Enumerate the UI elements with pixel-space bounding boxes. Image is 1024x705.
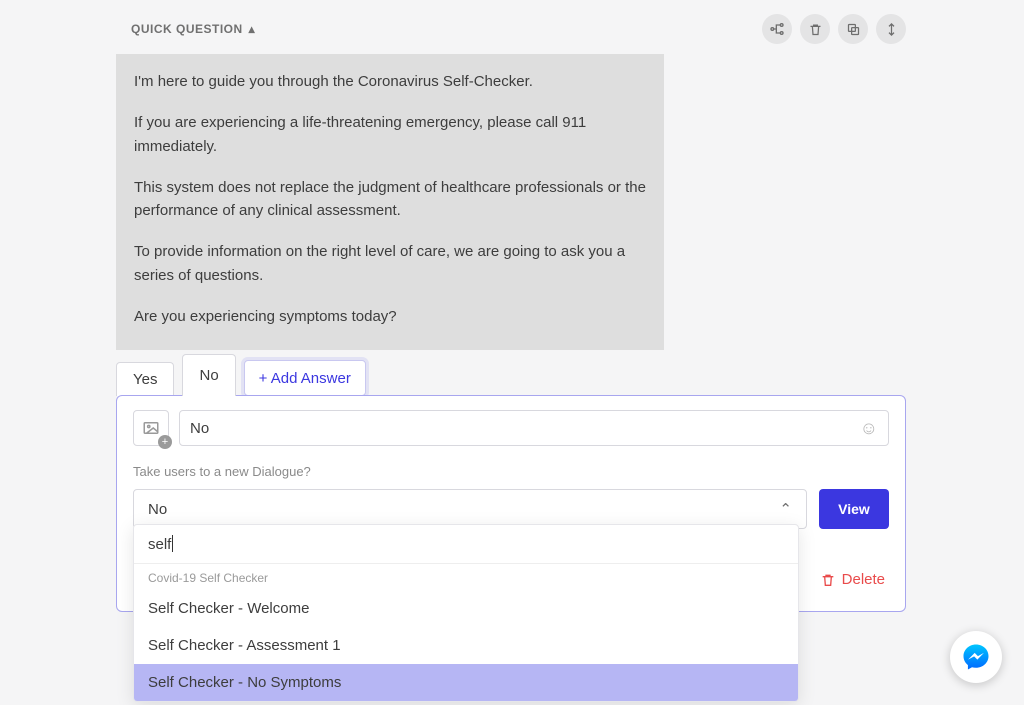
dropdown-option-label: Self Checker - No Symptoms xyxy=(148,674,341,691)
section-title-label: QUICK QUESTION xyxy=(131,22,243,36)
add-answer-label: + Add Answer xyxy=(259,370,351,387)
copy-icon[interactable] xyxy=(838,14,868,44)
dialogue-label: Take users to a new Dialogue? xyxy=(133,464,889,479)
move-icon[interactable] xyxy=(876,14,906,44)
tab-yes[interactable]: Yes xyxy=(116,362,174,396)
view-button[interactable]: View xyxy=(819,489,889,529)
message-paragraph: Are you experiencing symptoms today? xyxy=(134,305,646,328)
dropdown-option[interactable]: Self Checker - Assessment 1 xyxy=(134,627,798,664)
answer-text-input[interactable]: No ☺ xyxy=(179,410,889,446)
message-paragraph: If you are experiencing a life-threateni… xyxy=(134,111,646,158)
dropdown-option-label: Self Checker - Welcome xyxy=(148,600,309,617)
flow-icon[interactable] xyxy=(762,14,792,44)
text-caret xyxy=(172,535,173,552)
tab-no[interactable]: No xyxy=(182,354,235,396)
plus-icon: + xyxy=(158,435,172,449)
tab-label: Yes xyxy=(133,371,157,388)
dropdown-group-label: Covid-19 Self Checker xyxy=(134,564,798,590)
block-toolbar xyxy=(762,14,906,44)
message-paragraph: This system does not replace the judgmen… xyxy=(134,176,646,223)
messenger-icon xyxy=(961,642,991,672)
dropdown-option[interactable]: Self Checker - Welcome xyxy=(134,590,798,627)
dropdown-search-value: self xyxy=(148,536,171,553)
trash-icon[interactable] xyxy=(800,14,830,44)
view-button-label: View xyxy=(838,501,870,517)
messenger-fab[interactable] xyxy=(950,631,1002,683)
add-answer-button[interactable]: + Add Answer xyxy=(244,360,366,396)
delete-button[interactable]: Delete xyxy=(820,571,885,588)
add-image-button[interactable]: + xyxy=(133,410,169,446)
trash-icon xyxy=(820,572,836,588)
emoji-icon[interactable]: ☺ xyxy=(860,418,878,439)
message-paragraph: To provide information on the right leve… xyxy=(134,240,646,287)
dialogue-selected-value: No xyxy=(148,501,167,518)
section-title[interactable]: QUICK QUESTION ▴ xyxy=(116,22,255,36)
answer-tabs: Yes No + Add Answer xyxy=(116,354,906,396)
dropdown-option[interactable]: Self Checker - No Symptoms xyxy=(134,664,798,701)
answer-panel: + No ☺ Take users to a new Dialogue? No … xyxy=(116,395,906,612)
dropdown-search-input[interactable]: self xyxy=(134,525,798,564)
answer-text-value: No xyxy=(190,420,209,437)
image-icon xyxy=(142,419,160,437)
tab-label: No xyxy=(199,367,218,384)
dialogue-dropdown: self Covid-19 Self Checker Self Checker … xyxy=(133,524,799,702)
delete-label: Delete xyxy=(842,571,885,588)
message-paragraph: I'm here to guide you through the Corona… xyxy=(134,70,646,93)
dialogue-select[interactable]: No ⌃ xyxy=(133,489,807,529)
chevron-up-icon: ⌃ xyxy=(779,500,792,518)
block-header: QUICK QUESTION ▴ xyxy=(116,14,906,44)
question-message[interactable]: I'm here to guide you through the Corona… xyxy=(116,54,664,350)
dropdown-option-label: Self Checker - Assessment 1 xyxy=(148,637,341,654)
chevron-up-icon: ▴ xyxy=(249,22,256,36)
